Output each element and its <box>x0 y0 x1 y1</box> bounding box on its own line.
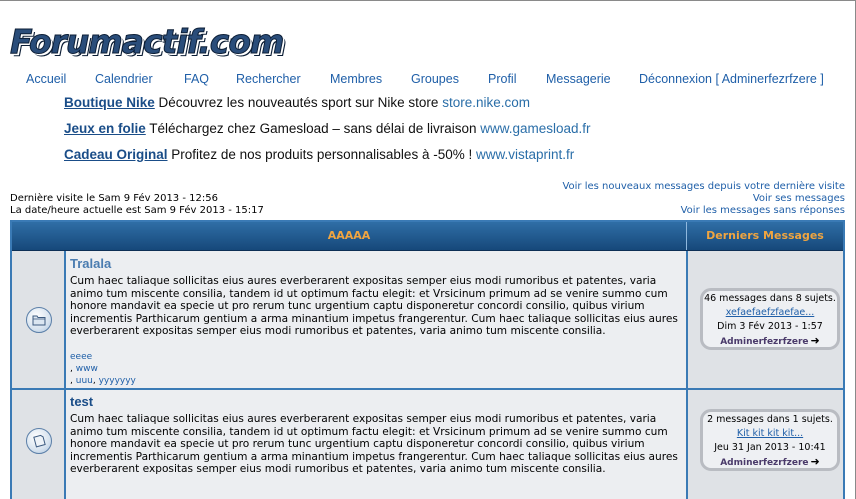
forum-body-cell: test Cum haec taliaque sollicitas eius a… <box>66 390 686 499</box>
ad-row: Boutique Nike Découvrez les nouveautés s… <box>64 95 530 110</box>
folder-icon <box>26 307 52 333</box>
document-icon <box>26 428 52 454</box>
subforum-link[interactable]: www <box>76 364 98 374</box>
post-count-text: 2 messages dans 1 sujets. <box>707 414 833 425</box>
new-messages-link[interactable]: Voir les nouveaux messages depuis votre … <box>562 181 845 192</box>
ad-row: Cadeau Original Profitez de nos produits… <box>64 147 574 162</box>
last-topic-link[interactable]: xefaefaefzfaefae... <box>726 307 815 318</box>
table-row: test Cum haec taliaque sollicitas eius a… <box>12 390 843 499</box>
last-post-cell: 2 messages dans 1 sujets. Kit kit kit ki… <box>688 390 843 499</box>
forum-table: AAAAA Derniers Messages Tralala Cum haec… <box>10 220 845 499</box>
forum-logo[interactable]: Forumactif.com <box>9 22 284 62</box>
post-count-text: 46 messages dans 8 sujets. <box>704 293 836 304</box>
nav-membres[interactable]: Membres <box>330 72 382 86</box>
last-post-date: Jeu 31 Jan 2013 - 10:41 <box>714 442 826 453</box>
goto-post-icon[interactable]: ➜ <box>811 334 820 348</box>
subforum-link[interactable]: yyyyyyy <box>99 376 136 386</box>
forum-body-cell: Tralala Cum haec taliaque sollicitas eiu… <box>66 251 686 388</box>
last-posts-header: Derniers Messages <box>706 229 824 242</box>
ad-url-link[interactable]: store.nike.com <box>442 95 530 110</box>
last-post-date: Dim 3 Fév 2013 - 1:57 <box>717 321 823 332</box>
last-visit-text: Dernière visite le Sam 9 Fév 2013 - 12:5… <box>10 193 218 204</box>
forum-icon-cell <box>12 390 64 499</box>
nav-calendrier[interactable]: Calendrier <box>95 72 153 86</box>
table-row: Tralala Cum haec taliaque sollicitas eiu… <box>12 251 843 388</box>
subforum-link[interactable]: uuu <box>76 376 93 386</box>
nav-accueil[interactable]: Accueil <box>26 72 66 86</box>
ad-title-link[interactable]: Jeux en folie <box>64 121 146 136</box>
nav-rechercher[interactable]: Rechercher <box>236 72 301 86</box>
ad-text: Découvrez les nouveautés sport sur Nike … <box>158 95 439 110</box>
nav-faq[interactable]: FAQ <box>184 72 209 86</box>
forum-title-link[interactable]: test <box>70 394 93 409</box>
ad-url-link[interactable]: www.vistaprint.fr <box>476 147 574 162</box>
forum-title-link[interactable]: Tralala <box>70 256 111 271</box>
window-top-border <box>0 0 856 1</box>
forum-description: Cum haec taliaque sollicitas eius aures … <box>70 413 678 476</box>
subforum-link[interactable]: eeee <box>70 352 92 362</box>
forum-icon-cell <box>12 251 64 388</box>
ad-title-link[interactable]: Boutique Nike <box>64 95 155 110</box>
last-post-cell: 46 messages dans 8 sujets. xefaefaefzfae… <box>688 251 843 388</box>
table-header: AAAAA Derniers Messages <box>12 222 843 251</box>
last-post-box: 46 messages dans 8 sujets. xefaefaefzfae… <box>700 288 840 350</box>
last-post-user-link[interactable]: Adminerfezrfzere <box>720 337 808 347</box>
last-post-user-link[interactable]: Adminerfezrfzere <box>720 458 808 468</box>
subforum-list: eeee , www , uuu, yyyyyyy <box>70 352 136 386</box>
ad-text: Profitez de nos produits personnalisable… <box>171 147 473 162</box>
ad-url-link[interactable]: www.gamesload.fr <box>480 121 590 136</box>
last-topic-link[interactable]: Kit kit kit kit... <box>737 428 803 439</box>
nav-groupes[interactable]: Groupes <box>411 72 459 86</box>
current-time-text: La date/heure actuelle est Sam 9 Fév 201… <box>10 205 264 216</box>
forum-description: Cum haec taliaque sollicitas eius aures … <box>70 275 678 338</box>
goto-post-icon[interactable]: ➜ <box>811 455 820 469</box>
nav-messagerie[interactable]: Messagerie <box>546 72 611 86</box>
category-header[interactable]: AAAAA <box>12 222 686 250</box>
nav-deconnexion[interactable]: Déconnexion [ Adminerfezrfzere ] <box>639 72 824 86</box>
unanswered-messages-link[interactable]: Voir les messages sans réponses <box>681 205 845 216</box>
last-post-box: 2 messages dans 1 sujets. Kit kit kit ki… <box>700 409 840 471</box>
ad-text: Téléchargez chez Gamesload – sans délai … <box>149 121 477 136</box>
own-messages-link[interactable]: Voir ses messages <box>753 193 845 204</box>
ad-title-link[interactable]: Cadeau Original <box>64 147 168 162</box>
nav-profil[interactable]: Profil <box>488 72 516 86</box>
ad-row: Jeux en folie Téléchargez chez Gamesload… <box>64 121 591 136</box>
